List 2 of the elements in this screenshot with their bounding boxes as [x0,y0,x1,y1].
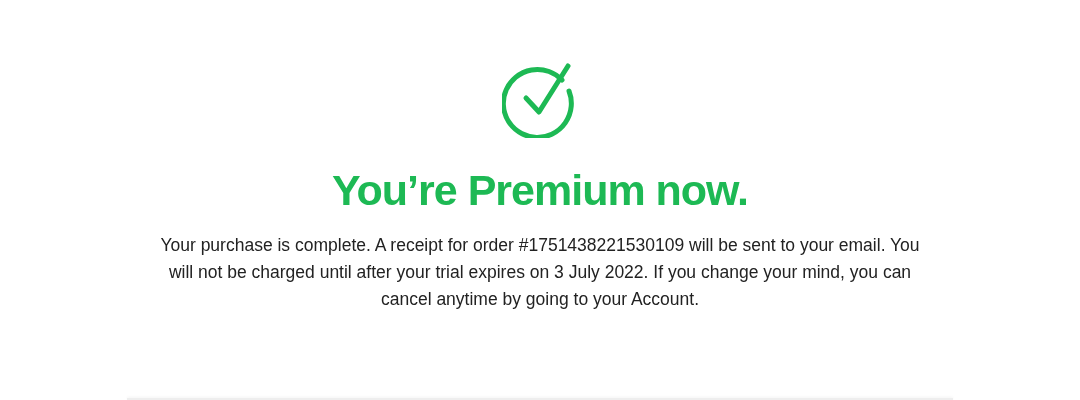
message: Your purchase is complete. A receipt for order #1751438221530109 will be sent to your email. You will not be charged until after your trial expires on 3 July 2022. If you change your mind, you can cancel anytime by going to your Account. [159,234,921,311]
heading: You’re Premium now. [332,165,748,216]
